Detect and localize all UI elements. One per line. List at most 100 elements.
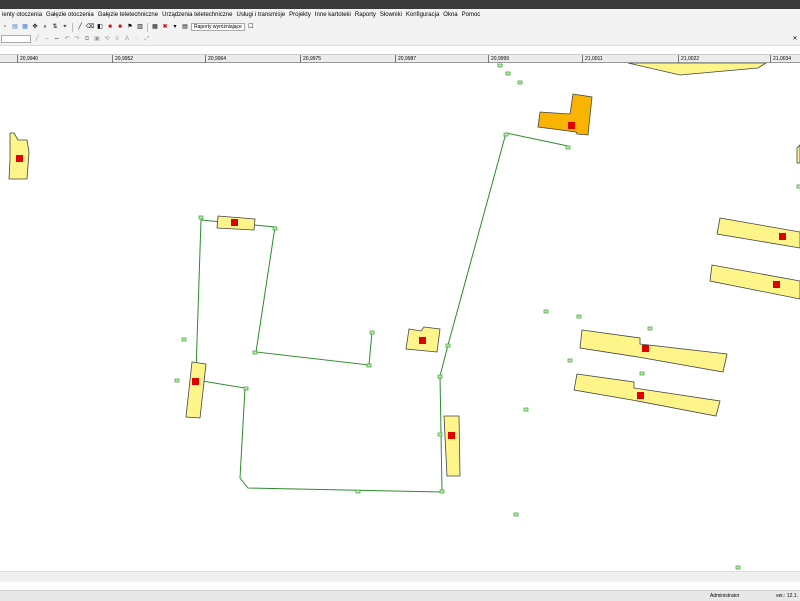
line-style-icon[interactable]: ╱ <box>33 35 41 43</box>
select-icon[interactable]: ▦ <box>21 23 29 31</box>
expand-icon[interactable]: ⤢ <box>143 35 151 43</box>
network-node[interactable] <box>565 145 571 150</box>
building-marker[interactable] <box>231 219 238 226</box>
building-marker[interactable] <box>568 122 575 129</box>
network-node[interactable] <box>503 132 509 137</box>
menu-item-galezie-otoczenia[interactable]: Gałęzie otoczenia <box>44 9 96 21</box>
menu-item-raporty[interactable]: Raporty <box>353 9 378 21</box>
menu-item-uslugi-i-transmisje[interactable]: Usługi i transmisje <box>234 9 287 21</box>
chevron-down-icon[interactable]: ▾ <box>171 23 179 31</box>
network-node[interactable] <box>639 371 645 376</box>
building-selected[interactable] <box>537 93 593 136</box>
network-node[interactable] <box>567 358 573 363</box>
title-bar <box>0 0 800 9</box>
building[interactable] <box>709 264 800 300</box>
close-icon[interactable]: ✕ <box>791 35 799 43</box>
snap-icon[interactable]: ⌖ <box>61 23 69 31</box>
building[interactable] <box>579 329 728 373</box>
menu-item-projekty[interactable]: Projekty <box>287 9 313 21</box>
undo-icon[interactable]: ↶ <box>63 35 71 43</box>
network-node[interactable] <box>272 226 278 231</box>
horizontal-scrollbar[interactable] <box>0 571 800 582</box>
menu-item-okna[interactable]: Okna <box>441 9 459 21</box>
ruler-label: 21,0022 <box>681 56 700 62</box>
draw-line-icon[interactable]: ╱ <box>76 23 84 31</box>
cable-route-lower[interactable] <box>195 132 569 493</box>
network-node[interactable] <box>497 63 503 68</box>
ruler-tick <box>300 55 301 63</box>
network-node[interactable] <box>576 314 582 319</box>
network-node[interactable] <box>355 489 361 494</box>
open-icon[interactable]: ▤ <box>11 23 19 31</box>
delete-icon[interactable]: ✖ <box>161 23 169 31</box>
network-node[interactable] <box>517 80 523 85</box>
network-node[interactable] <box>523 407 529 412</box>
network-node[interactable] <box>369 330 375 335</box>
network-node[interactable] <box>366 363 372 368</box>
building-marker[interactable] <box>642 345 649 352</box>
zoom-ratio-button[interactable]: ⇔ <box>53 35 61 43</box>
building[interactable] <box>573 373 721 417</box>
menu-item-inne-kartoteki[interactable]: Inne kartoteki <box>313 9 353 21</box>
redo-icon[interactable]: ↷ <box>73 35 81 43</box>
layer-icon[interactable]: ◧ <box>96 23 104 31</box>
network-node[interactable] <box>735 565 741 570</box>
building[interactable] <box>716 217 800 249</box>
network-node[interactable] <box>505 71 511 76</box>
measure-icon[interactable]: ⇅ <box>51 23 59 31</box>
menu-item-pomoc[interactable]: Pomoc <box>460 9 483 21</box>
copy-icon[interactable]: ⧉ <box>83 35 91 43</box>
new-icon[interactable]: ▫ <box>1 23 9 31</box>
text-icon[interactable]: A <box>123 35 131 43</box>
menu-item-obiekty-otoczenia[interactable]: ienty otoczenia <box>0 9 44 21</box>
network-node[interactable] <box>647 326 653 331</box>
grid-icon[interactable]: ▦ <box>151 23 159 31</box>
ruler-tick <box>582 55 583 63</box>
zoom-icon[interactable]: ⌕ <box>41 23 49 31</box>
pan-icon[interactable]: ✥ <box>31 23 39 31</box>
table-icon[interactable]: ▥ <box>136 23 144 31</box>
network-node[interactable] <box>252 350 258 355</box>
menu-item-urzadzenia-teletechniczne[interactable]: Urządzenia teletechniczne <box>160 9 234 21</box>
hide-icon[interactable]: ◌ <box>133 35 141 43</box>
draw-point-icon[interactable]: ⌫ <box>86 23 94 31</box>
menu-item-slowniki[interactable]: Słowniki <box>378 9 404 21</box>
network-node[interactable] <box>243 386 249 391</box>
network-node[interactable] <box>445 343 451 348</box>
building[interactable] <box>443 415 461 477</box>
network-node[interactable] <box>513 512 519 517</box>
stop-icon[interactable]: ■ <box>106 23 114 31</box>
align-icon[interactable]: ≡ <box>113 35 121 43</box>
paste-icon[interactable]: ▣ <box>93 35 101 43</box>
record-icon[interactable]: ■ <box>116 23 124 31</box>
flag-icon[interactable]: ⚑ <box>126 23 134 31</box>
building-marker[interactable] <box>448 432 455 439</box>
ruler-tick <box>488 55 489 63</box>
status-bar: Administrator ver.: 12.1. <box>0 590 800 601</box>
menu-item-galezie-teletechniczne[interactable]: Gałęzie teletechniczne <box>96 9 160 21</box>
network-node[interactable] <box>198 215 204 220</box>
network-node[interactable] <box>543 309 549 314</box>
building-marker[interactable] <box>779 233 786 240</box>
building[interactable] <box>627 63 767 76</box>
building-marker[interactable] <box>192 378 199 385</box>
network-node[interactable] <box>174 378 180 383</box>
network-node[interactable] <box>439 489 445 494</box>
building-marker[interactable] <box>419 337 426 344</box>
scale-combo[interactable] <box>1 35 31 43</box>
network-node[interactable] <box>437 432 443 437</box>
cable-route-left[interactable] <box>195 219 373 373</box>
menu-item-konfiguracja[interactable]: Konfiguracja <box>404 9 441 21</box>
line-end-icon[interactable]: ⌐ <box>43 35 51 43</box>
building-marker[interactable] <box>637 392 644 399</box>
checkbox-icon[interactable]: ☐ <box>247 23 255 31</box>
map-view[interactable] <box>0 63 800 571</box>
report-icon[interactable]: ▤ <box>181 23 189 31</box>
building-marker[interactable] <box>16 155 23 162</box>
reports-dropdown[interactable]: Raporty wyróżniające <box>191 23 245 31</box>
network-node[interactable] <box>437 374 443 379</box>
building[interactable] <box>185 361 207 419</box>
rotate-icon[interactable]: ⟲ <box>103 35 111 43</box>
building-marker[interactable] <box>773 281 780 288</box>
network-node[interactable] <box>181 337 187 342</box>
